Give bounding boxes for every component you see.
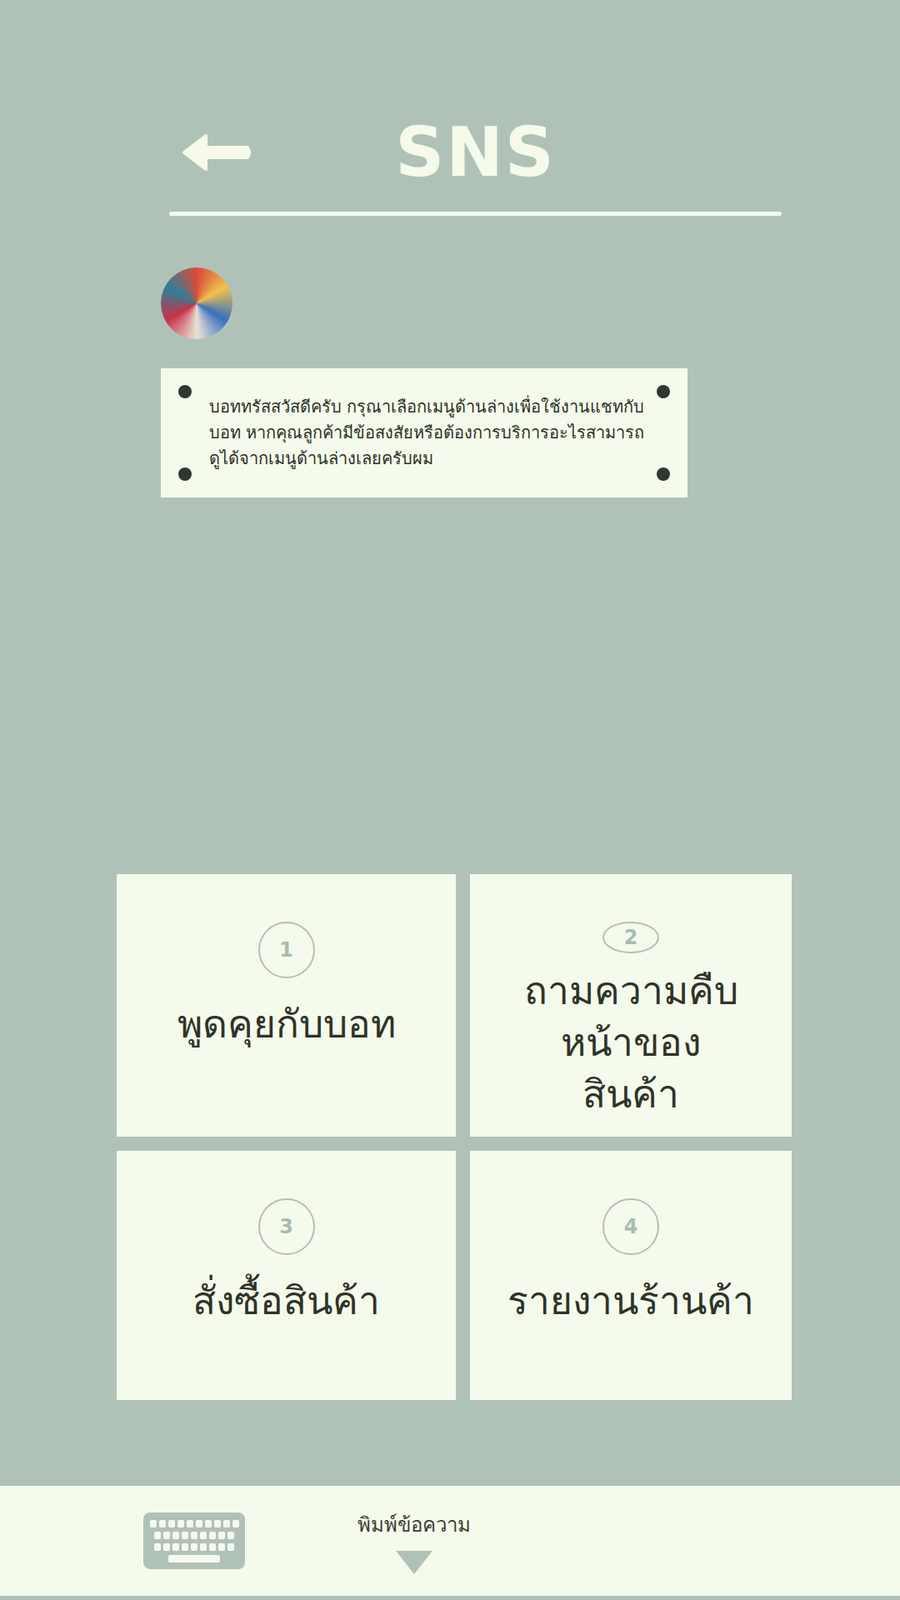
menu-number: 3 [258, 1198, 315, 1255]
menu-grid: 1 พูดคุยกับบอท 2 ถามความคืบหน้าของสินค้า 3 สั… [116, 874, 900, 1400]
message-text: บอททรัสสวัสดีครับ กรุณาเลือกเมนูด้านล่าง… [209, 394, 646, 472]
header-divider [169, 211, 782, 216]
menu-tile[interactable]: 1 พูดคุยกับบอท [116, 874, 456, 1137]
menu-tile[interactable]: 3 สั่งซื้อสินค้า [116, 1150, 456, 1400]
chat-screen: SNS บอททรัสสวัสดีครับ กรุณาเลือกเมนูด้านล… [0, 0, 900, 1600]
menu-label: ถามความคืบหน้าของสินค้า [522, 965, 740, 1120]
message-bubble: บอททรัสสวัสดีครับ กรุณาเลือกเมนูด้านล่าง… [160, 368, 688, 498]
corner-dot [178, 467, 192, 481]
menu-number: 2 [602, 921, 660, 954]
keyboard-icon[interactable] [143, 1512, 245, 1570]
dropdown-triangle-icon[interactable] [395, 1550, 433, 1575]
menu-label: สั่งซื้อสินค้า [192, 1275, 380, 1327]
menu-number: 1 [258, 921, 315, 979]
back-arrow-icon[interactable] [180, 130, 253, 175]
message-input[interactable]: พิมพ์ข้อความ [357, 1508, 471, 1575]
header-title: SNS [395, 115, 556, 190]
input-placeholder: พิมพ์ข้อความ [357, 1508, 471, 1541]
bot-avatar-image [160, 267, 233, 340]
header: SNS [169, 115, 782, 190]
corner-dot [656, 385, 670, 399]
menu-label: รายงานร้านค้า [507, 1275, 755, 1327]
menu-label: พูดคุยกับบอท [177, 998, 396, 1050]
chat-area: SNS บอททรัสสวัสดีครับ กรุณาเลือกเมนูด้านล… [0, 0, 900, 1486]
corner-dot [656, 467, 670, 481]
menu-number: 4 [602, 1198, 660, 1255]
corner-dot [178, 385, 192, 399]
input-bar: พิมพ์ข้อความ [0, 1485, 900, 1600]
menu-tile[interactable]: 4 รายงานร้านค้า [470, 1150, 792, 1400]
menu-tile[interactable]: 2 ถามความคืบหน้าของสินค้า [470, 874, 792, 1137]
